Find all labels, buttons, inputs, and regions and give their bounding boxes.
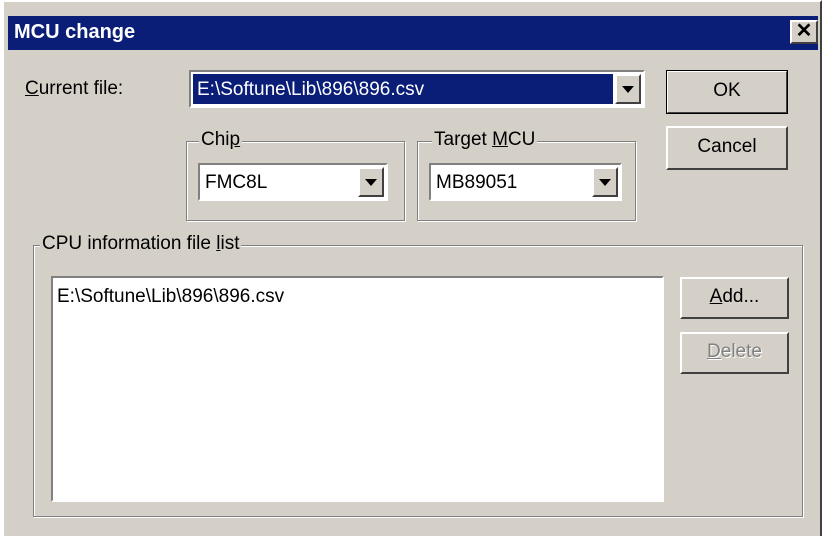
mcu-change-dialog: MCU change ✕ Current file: E:\Softune\Li… bbox=[2, 0, 822, 536]
cpu-file-list-group: CPU information file list E:\Softune\Lib… bbox=[33, 233, 803, 517]
window-title: MCU change bbox=[14, 21, 136, 43]
chip-dropdown-button[interactable] bbox=[358, 167, 384, 197]
chip-value: FMC8L bbox=[205, 172, 268, 193]
current-file-value: E:\Softune\Lib\896\896.csv bbox=[197, 79, 425, 100]
target-mcu-label: Target MCU bbox=[432, 129, 538, 151]
chevron-down-icon bbox=[599, 179, 611, 186]
chevron-down-icon bbox=[365, 179, 377, 186]
cancel-button[interactable]: Cancel bbox=[666, 126, 788, 170]
add-button[interactable]: Add... bbox=[680, 277, 789, 319]
current-file-dropdown-button[interactable] bbox=[615, 74, 641, 104]
current-file-label: Current file: bbox=[25, 78, 124, 99]
cpu-file-listbox[interactable]: E:\Softune\Lib\896\896.csv bbox=[51, 276, 664, 502]
target-mcu-dropdown-button[interactable] bbox=[592, 167, 618, 197]
cpu-file-list-label: CPU information file list bbox=[40, 233, 242, 255]
chip-label: Chip bbox=[199, 129, 243, 151]
target-mcu-group: Target MCU MB89051 bbox=[417, 129, 636, 221]
target-mcu-value: MB89051 bbox=[436, 172, 518, 193]
add-button-label: Add... bbox=[709, 286, 760, 307]
current-file-combo[interactable]: E:\Softune\Lib\896\896.csv bbox=[189, 70, 645, 108]
delete-button-label: Delete bbox=[707, 341, 762, 362]
title-bar[interactable]: MCU change ✕ bbox=[8, 16, 818, 50]
target-mcu-combo[interactable]: MB89051 bbox=[429, 163, 622, 201]
current-file-selection: E:\Softune\Lib\896\896.csv bbox=[193, 74, 613, 104]
ok-button-label: OK bbox=[713, 80, 741, 101]
chip-group: Chip FMC8L bbox=[186, 129, 405, 221]
cancel-button-label: Cancel bbox=[697, 136, 757, 157]
chevron-down-icon bbox=[622, 86, 634, 93]
ok-button[interactable]: OK bbox=[666, 70, 788, 114]
close-button[interactable]: ✕ bbox=[790, 20, 818, 44]
chip-combo[interactable]: FMC8L bbox=[198, 163, 388, 201]
delete-button[interactable]: Delete bbox=[680, 332, 789, 374]
close-icon: ✕ bbox=[795, 20, 813, 42]
list-item[interactable]: E:\Softune\Lib\896\896.csv bbox=[57, 286, 284, 308]
